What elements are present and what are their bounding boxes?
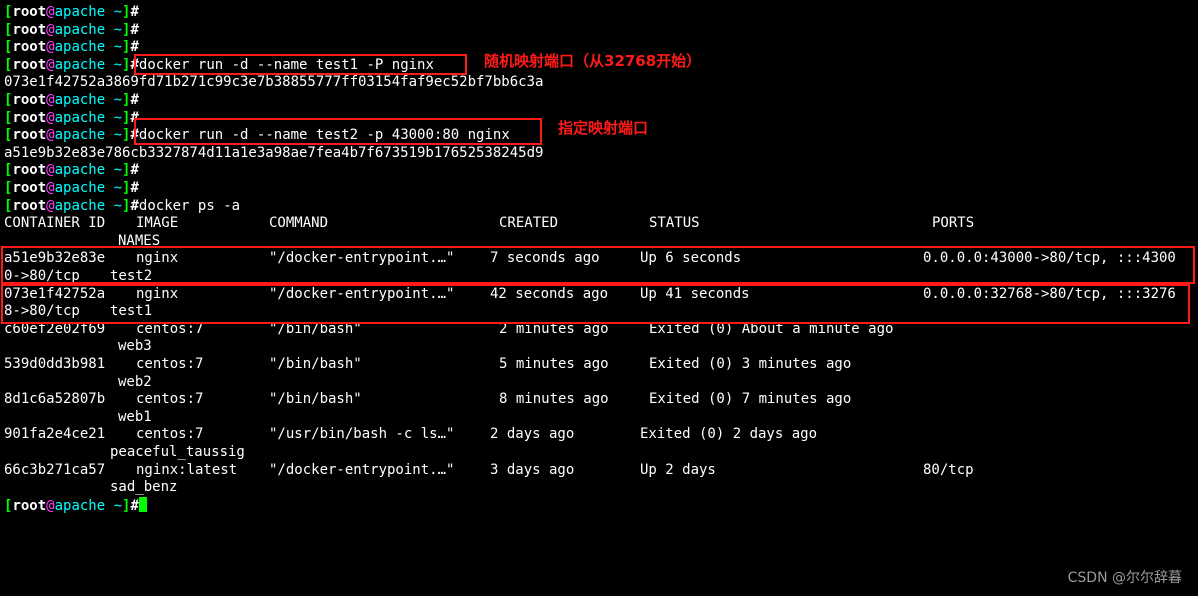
cell-command: "/bin/bash" [269, 356, 362, 372]
cell-id: 8d1c6a52807b [4, 391, 106, 408]
highlight-box-run1 [134, 54, 467, 75]
prompt-line: [root@apache ~]# [4, 92, 139, 109]
column-header-created: CREATED [499, 215, 559, 232]
highlight-box-test2-row [1, 246, 1195, 284]
cell-image: centos:7 [136, 356, 204, 372]
command-text: docker ps -a [138, 197, 241, 214]
active-prompt-line: [root@apache ~]# [4, 496, 147, 514]
column-header-ports: PORTS [932, 215, 975, 232]
output-container-id-test2: a51e9b32e83e786cb3327874d11a1e3a98ae7fea… [4, 145, 543, 162]
output-container-id-test1-text: 073e1f42752a3869fd71b271c99c3e7b38855777… [4, 74, 544, 91]
prompt-line: [root@apache ~]# [4, 4, 139, 21]
cell-created: 5 minutes ago [499, 356, 609, 372]
cell-id: 901fa2e4ce21 [4, 426, 106, 443]
output-container-id-test1: 073e1f42752a3869fd71b271c99c3e7b38855777… [4, 74, 543, 91]
shell-prompt: [root@apache ~]# [4, 180, 139, 196]
cell-status: Up 2 days [640, 461, 716, 478]
cell-created: 8 minutes ago [499, 391, 609, 408]
cell-command: "/bin/bash" [269, 391, 362, 408]
cell-id: 66c3b271ca57 [4, 461, 106, 478]
cell-status: Exited (0) 2 days ago [640, 426, 818, 443]
cell-name: web3 [118, 338, 152, 355]
watermark: CSDN @尔尔辞暮 [1067, 570, 1182, 586]
cell-ports: 80/tcp [923, 461, 974, 478]
cell-image: centos:7 [136, 426, 204, 443]
cell-command: "/docker-entrypoint.…" [269, 461, 455, 478]
shell-prompt: [root@apache ~]# [4, 39, 139, 56]
output-container-id-test2-text: a51e9b32e83e786cb3327874d11a1e3a98ae7fea… [4, 144, 544, 161]
cell-image: nginx:latest [136, 461, 238, 478]
prompt-line: [root@apache ~]# [4, 39, 139, 56]
shell-prompt: [root@apache ~]# [4, 109, 139, 126]
cell-name: sad_benz [110, 479, 178, 496]
text-cursor[interactable] [138, 496, 147, 512]
shell-prompt: [root@apache ~]# [4, 162, 139, 179]
prompt-line: [root@apache ~]# [4, 22, 139, 39]
column-header-container-id: CONTAINER ID [4, 215, 106, 232]
cell-name: web2 [118, 373, 152, 390]
shell-prompt: [root@apache ~]# [4, 197, 139, 214]
column-header-command: COMMAND [269, 215, 329, 232]
cell-command: "/usr/bin/bash -c ls…" [269, 426, 455, 443]
highlight-box-run2 [134, 118, 542, 145]
cell-name: web1 [118, 408, 152, 425]
annotation-specified-port: 指定映射端口 [558, 119, 649, 137]
cell-created: 2 days ago [490, 426, 575, 443]
command-line-ps: [root@apache ~]#docker ps -a [4, 198, 240, 215]
prompt-line: [root@apache ~]# [4, 110, 139, 127]
prompt-line: [root@apache ~]# [4, 162, 139, 179]
cell-name: peaceful_taussig [110, 444, 245, 460]
cell-status: Exited (0) 3 minutes ago [649, 356, 852, 372]
cell-image: centos:7 [136, 391, 204, 408]
annotation-random-port: 随机映射端口（从32768开始） [484, 52, 702, 70]
column-header-status: STATUS [649, 215, 700, 232]
shell-prompt: [root@apache ~]# [4, 497, 139, 514]
cell-id: 539d0dd3b981 [4, 356, 106, 372]
cell-created: 3 days ago [490, 461, 575, 478]
column-header-image: IMAGE [136, 215, 179, 232]
shell-prompt: [root@apache ~]# [4, 21, 139, 38]
shell-prompt: [root@apache ~]# [4, 4, 139, 20]
shell-prompt: [root@apache ~]# [4, 56, 139, 73]
shell-prompt: [root@apache ~]# [4, 127, 139, 144]
cell-status: Exited (0) 7 minutes ago [649, 391, 852, 408]
highlight-box-test1-row [1, 284, 1190, 324]
shell-prompt: [root@apache ~]# [4, 92, 139, 108]
prompt-line: [root@apache ~]# [4, 180, 139, 197]
